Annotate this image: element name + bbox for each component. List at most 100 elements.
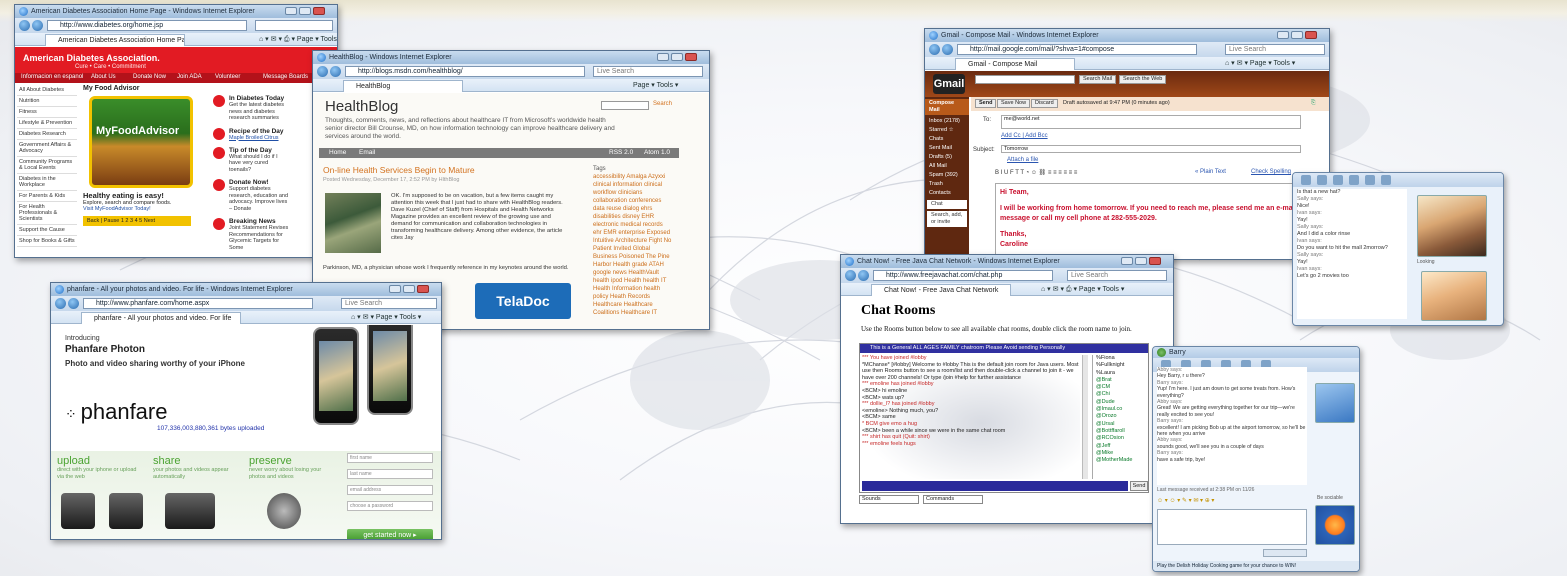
news-item[interactable]: In Diabetes Today Get the latest diabetes… [213, 95, 291, 122]
folder-starred[interactable]: Starred ☆ [925, 126, 969, 135]
forward-icon[interactable] [330, 66, 341, 77]
own-avatar[interactable] [1315, 505, 1355, 545]
last-name-field[interactable]: last name [347, 469, 433, 479]
first-name-field[interactable]: first name [347, 453, 433, 463]
maximize-button[interactable] [403, 285, 415, 293]
subject-field[interactable]: Tomorrow [1001, 145, 1301, 153]
teladoc-ad[interactable]: TelaDoc [475, 283, 571, 319]
message-body[interactable]: Hi Team, I will be working from home tom… [995, 183, 1323, 259]
folder-inbox[interactable]: Inbox (2178) [925, 117, 969, 126]
attach-file-link[interactable]: Attach a file [1007, 157, 1038, 163]
close-button[interactable] [1305, 31, 1317, 39]
browser-tab[interactable]: Chat Now! - Free Java Chat Network [871, 284, 1011, 296]
user-item[interactable]: %Fiona [1096, 355, 1146, 362]
save-now-button[interactable]: Save Now [997, 99, 1031, 108]
contact-avatar[interactable] [1417, 195, 1487, 257]
minimize-button[interactable] [1121, 257, 1133, 265]
chat-scrollbar[interactable] [1082, 355, 1088, 479]
sounds-select[interactable]: Sounds [859, 495, 919, 504]
compose-mail-link[interactable]: Compose Mail [925, 99, 969, 115]
to-field[interactable]: me@world.net [1001, 115, 1301, 129]
nav-email[interactable]: Email [359, 149, 375, 156]
back-icon[interactable] [55, 298, 66, 309]
sidebar-item[interactable]: Fitness [17, 107, 77, 118]
call-icon[interactable] [1349, 175, 1359, 185]
email-field[interactable]: email address [347, 485, 433, 495]
check-spelling-link[interactable]: Check Spelling [1251, 169, 1291, 175]
back-icon[interactable] [845, 270, 856, 281]
minimize-button[interactable] [389, 285, 401, 293]
search-web-button[interactable]: Search the Web [1119, 75, 1167, 84]
ada-logo[interactable]: American Diabetes Association. [23, 53, 160, 63]
ada-nav-item[interactable]: Join ADA [177, 74, 202, 80]
password-field[interactable]: choose a password [347, 501, 433, 511]
url-field[interactable]: http://mail.google.com/mail/?shva=1#comp… [957, 44, 1197, 55]
back-icon[interactable] [19, 20, 30, 31]
chat-send-button[interactable]: Send [1130, 481, 1148, 491]
search-field[interactable]: Live Search [341, 298, 437, 309]
food-advisor-badge[interactable]: MyFoodAdvisor [89, 96, 193, 188]
browser-tab[interactable]: Gmail - Compose Mail [955, 58, 1075, 70]
close-button[interactable] [1149, 257, 1161, 265]
carousel-pager[interactable]: Back | Pause 1 2 3 4 5 Next [83, 216, 191, 226]
forward-icon[interactable] [858, 270, 869, 281]
sidebar-item[interactable]: Diabetes in the Workplace [17, 174, 77, 191]
gmail-logo[interactable]: Gmail [933, 74, 965, 94]
browser-tab[interactable]: American Diabetes Association Home Page [45, 34, 185, 46]
breaking-item[interactable]: Breaking News Joint Statement Revises Rec… [213, 218, 291, 251]
ada-nav-item[interactable]: Informacion en espanol [21, 74, 83, 80]
message-input[interactable] [1157, 509, 1307, 545]
toolbar-tools[interactable]: ⌂ ▾ ✉ ▾ ⎙ ▾ Page ▾ Tools ▾ [1041, 284, 1124, 295]
user-item[interactable]: @MotherMade [1096, 457, 1146, 464]
video-icon[interactable] [1333, 175, 1343, 185]
user-item[interactable]: @Imaul.co [1096, 406, 1146, 413]
phanfare-logo[interactable]: ⁘ phanfare [65, 399, 167, 425]
url-field[interactable]: http://blogs.msdn.com/healthblog/ [345, 66, 585, 77]
user-item[interactable]: %Fullknight [1096, 362, 1146, 369]
invite-icon[interactable] [1301, 175, 1311, 185]
nav-rss[interactable]: RSS 2.0 [609, 149, 633, 156]
user-item[interactable]: @Chi [1096, 391, 1146, 398]
send-area[interactable] [1263, 549, 1307, 557]
chat-panel-label[interactable]: Chat [927, 200, 967, 209]
own-avatar[interactable] [1421, 271, 1487, 321]
sidebar-item[interactable]: For Parents & Kids [17, 191, 77, 202]
maximize-button[interactable] [671, 53, 683, 61]
item-link[interactable]: Maple Broiled Citrus [229, 135, 291, 141]
healthy-link[interactable]: Visit MyFoodAdvisor Today! [83, 206, 208, 212]
format-icons[interactable]: B I U F T T ◔ ☺ ⛓ ≡ ≡ ≡ ≡ ≡ ≡ [995, 170, 1077, 176]
minimize-button[interactable] [285, 7, 297, 15]
emoticon-toolbar[interactable]: ☺ ▾ ☺ ▾ ✎ ▾ ✉ ▾ ⊕ ▾ [1157, 497, 1307, 507]
maximize-button[interactable] [299, 7, 311, 15]
ada-nav-item[interactable]: Donate Now [133, 74, 166, 80]
toolbar-tools[interactable]: ⌂ ▾ ✉ ▾ Page ▾ Tools ▾ [1225, 58, 1295, 69]
search-field[interactable]: Live Search [1067, 270, 1167, 281]
sidebar-item[interactable]: Support the Cause [17, 225, 77, 236]
sidebar-item[interactable]: Diabetes Research [17, 129, 77, 140]
gmail-search-input[interactable] [975, 75, 1075, 84]
chat-search-input[interactable]: Search, add, or invite [927, 211, 967, 227]
folder-spam[interactable]: Spam (392) [925, 171, 969, 180]
close-button[interactable] [685, 53, 697, 61]
user-item[interactable]: @Orozo [1096, 413, 1146, 420]
sidebar-item[interactable]: Community Programs & Local Events [17, 157, 77, 174]
close-button[interactable] [313, 7, 325, 15]
get-started-button[interactable]: get started now ▸ [347, 529, 433, 539]
back-icon[interactable] [317, 66, 328, 77]
contacts-link[interactable]: Contacts [925, 189, 969, 198]
tags-list[interactable]: accessibility Amalga Azyxxi clinical inf… [593, 173, 673, 317]
user-item[interactable]: @CM [1096, 384, 1146, 391]
footer-ad-link[interactable]: Play the Delish Holiday Cooking game for… [1153, 561, 1359, 571]
sidebar-item[interactable]: For Health Professionals & Scientists [17, 202, 77, 225]
block-icon[interactable] [1381, 175, 1391, 185]
folder-chats[interactable]: Chats [925, 135, 969, 144]
share-icon[interactable] [1317, 175, 1327, 185]
search-field[interactable]: Live Search [1225, 44, 1325, 55]
add-cc-link[interactable]: Add Cc | Add Bcc [1001, 133, 1048, 139]
chat-message-input[interactable] [862, 481, 1128, 491]
user-item[interactable]: @Jeff [1096, 443, 1146, 450]
url-field[interactable]: http://www.freejavachat.com/chat.php [873, 270, 1053, 281]
send-button[interactable]: Send [975, 99, 997, 108]
sidebar-item[interactable]: Government Affairs & Advocacy [17, 140, 77, 157]
folder-all-mail[interactable]: All Mail [925, 162, 969, 171]
